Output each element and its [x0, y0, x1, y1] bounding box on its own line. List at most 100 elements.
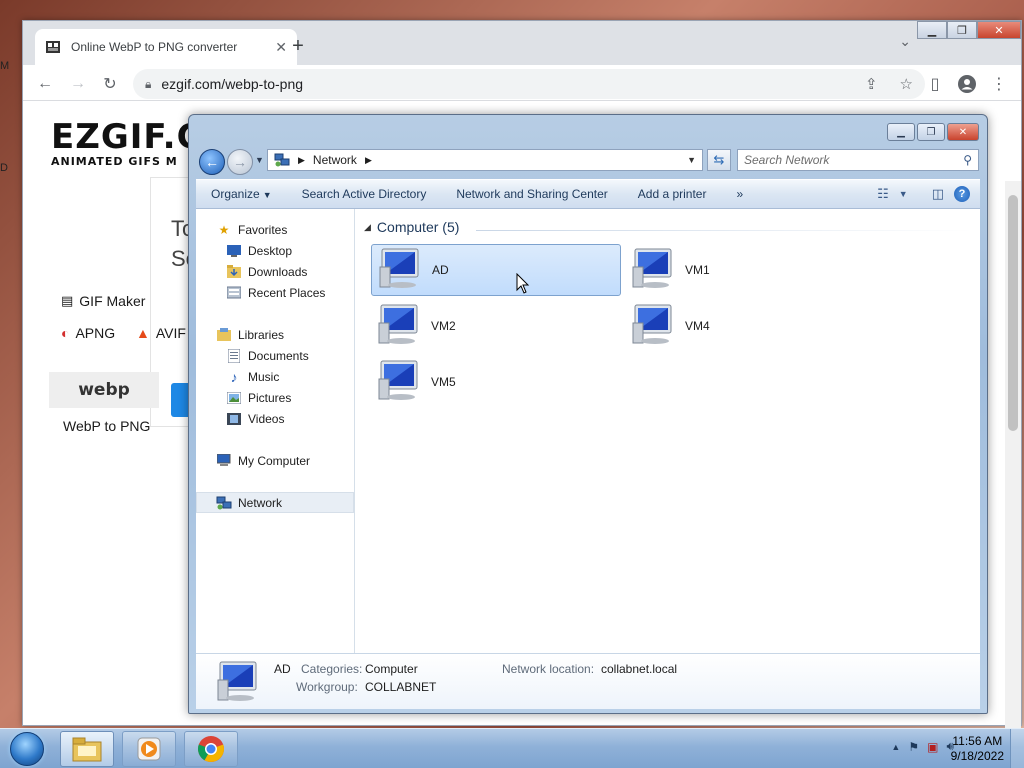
network-status-icon[interactable]: ▣	[927, 740, 938, 754]
breadcrumb-chevron-icon[interactable]: ▶	[365, 155, 372, 166]
more-commands-button[interactable]: »	[721, 187, 758, 201]
back-arrow-icon[interactable]: ←	[33, 72, 57, 96]
address-bar[interactable]: 🔒︎ ezgif.com/webp-to-png ⇪ ☆	[133, 69, 925, 99]
show-desktop-button[interactable]	[1010, 729, 1024, 768]
search-active-directory-button[interactable]: Search Active Directory	[287, 187, 442, 201]
nav-apng[interactable]: ◐ APNG	[61, 325, 115, 341]
nav-videos[interactable]: Videos	[196, 408, 354, 429]
collapse-triangle-icon[interactable]: ◢	[364, 222, 371, 233]
network-computer-icon	[375, 359, 423, 406]
details-categories-label: Categories:	[301, 662, 363, 676]
nav-avif-label: AVIF	[155, 325, 186, 341]
explorer-maximize-button[interactable]: ❐	[917, 123, 945, 141]
computer-item-vm2[interactable]: VM2	[371, 300, 621, 352]
bookmark-star-icon[interactable]: ☆	[900, 75, 913, 93]
forward-button[interactable]: →	[227, 149, 253, 175]
webp-logo[interactable]: webp	[49, 372, 159, 408]
kebab-menu-icon[interactable]: ⋮	[987, 72, 1011, 96]
network-sharing-center-button[interactable]: Network and Sharing Center	[441, 187, 622, 201]
nav-avif[interactable]: ▲ AVIF	[136, 325, 186, 341]
side-panel-icon[interactable]: ▯	[923, 72, 947, 96]
taskbar-clock[interactable]: 11:56 AM 9/18/2022	[951, 734, 1004, 764]
computer-label-vm5: VM5	[431, 375, 456, 389]
recent-pages-dropdown-icon[interactable]: ▼	[255, 155, 264, 165]
group-header-computer[interactable]: ◢ Computer (5)	[364, 219, 459, 235]
address-bar[interactable]: ▶ Network ▶ ▼	[267, 149, 703, 171]
explorer-window-controls: ▁ ❐ ✕	[885, 123, 979, 141]
browser-tab[interactable]: Online WebP to PNG converter ✕	[35, 29, 297, 65]
folder-icon	[72, 737, 102, 762]
computer-item-vm5[interactable]: VM5	[371, 356, 621, 408]
nav-favorites-label: Favorites	[238, 222, 288, 237]
desktop-icon	[226, 243, 242, 259]
lock-icon[interactable]: 🔒︎	[145, 77, 151, 92]
nav-network[interactable]: Network	[196, 492, 354, 513]
details-location-label: Network location:	[502, 662, 595, 676]
nav-gif-maker[interactable]: ▤ GIF Maker	[61, 293, 145, 309]
computer-icon	[216, 453, 232, 469]
nav-recent-places[interactable]: Recent Places	[196, 282, 354, 303]
share-icon[interactable]: ⇪	[865, 75, 878, 93]
nav-my-computer[interactable]: My Computer	[196, 450, 354, 471]
profile-avatar-icon[interactable]	[955, 72, 979, 96]
nav-documents[interactable]: Documents	[196, 345, 354, 366]
forward-arrow-icon[interactable]: →	[66, 72, 90, 96]
close-button[interactable]: ✕	[977, 21, 1021, 39]
add-printer-button[interactable]: Add a printer	[623, 187, 722, 201]
organize-button[interactable]: Organize ▼	[196, 187, 287, 201]
tab-search-chevron-icon[interactable]: ⌄	[899, 33, 911, 50]
nav-videos-label: Videos	[248, 411, 285, 426]
nav-desktop[interactable]: Desktop	[196, 240, 354, 261]
search-input[interactable]	[744, 153, 964, 167]
computer-item-vm1[interactable]: VM1	[625, 244, 875, 296]
nav-music[interactable]: ♪ Music	[196, 366, 354, 387]
refresh-button[interactable]: ⇆	[707, 149, 731, 171]
nav-libraries[interactable]: Libraries	[196, 324, 354, 345]
ezgif-favicon-icon	[46, 41, 60, 53]
taskbar-explorer-button[interactable]	[60, 731, 114, 767]
minimize-button[interactable]: ▁	[917, 21, 947, 39]
maximize-button[interactable]: ❐	[947, 21, 977, 39]
tab-title: Online WebP to PNG converter	[71, 40, 238, 54]
change-view-icon[interactable]: ☷	[877, 186, 889, 202]
reload-icon[interactable]: ↻	[98, 72, 122, 96]
help-icon[interactable]: ?	[954, 186, 970, 202]
page-scrollbar[interactable]	[1005, 181, 1021, 768]
desktop-text-m: M	[0, 60, 10, 72]
breadcrumb-separator-icon[interactable]: ▶	[298, 155, 305, 166]
recent-places-icon	[226, 285, 242, 301]
breadcrumb-network[interactable]: Network	[313, 153, 357, 167]
action-center-flag-icon[interactable]: ⚑	[908, 740, 919, 754]
network-computer-icon	[629, 247, 677, 294]
explorer-close-button[interactable]: ✕	[947, 123, 979, 141]
clock-date: 9/18/2022	[950, 749, 1004, 763]
url-text[interactable]: ezgif.com/webp-to-png	[161, 76, 303, 92]
ezgif-logo[interactable]: EZGIF.C ANIMATED GIFS M	[51, 119, 203, 168]
taskbar-media-player-button[interactable]	[122, 731, 176, 767]
webp-to-png-label[interactable]: WebP to PNG	[63, 418, 150, 434]
apng-icon: ◐	[61, 325, 70, 341]
view-dropdown-icon[interactable]: ▼	[899, 189, 908, 199]
new-tab-button[interactable]: +	[285, 33, 311, 59]
show-hidden-icons-icon[interactable]: ▲	[891, 742, 900, 752]
chrome-icon	[198, 736, 224, 762]
scrollbar-thumb[interactable]	[1008, 195, 1018, 431]
explorer-body: ★ Favorites Desktop Downloads Recent Pla…	[196, 209, 980, 653]
nav-pictures[interactable]: Pictures	[196, 387, 354, 408]
explorer-minimize-button[interactable]: ▁	[887, 123, 915, 141]
taskbar-chrome-button[interactable]	[184, 731, 238, 767]
nav-downloads[interactable]: Downloads	[196, 261, 354, 282]
details-pane: AD Categories: Computer Workgroup: COLLA…	[196, 653, 980, 709]
nav-gif-maker-label: GIF Maker	[79, 293, 146, 309]
preview-pane-icon[interactable]: ◫	[932, 186, 944, 202]
start-button[interactable]	[4, 730, 50, 768]
nav-favorites[interactable]: ★ Favorites	[196, 219, 354, 240]
navigation-pane: ★ Favorites Desktop Downloads Recent Pla…	[196, 209, 355, 653]
computer-item-vm4[interactable]: VM4	[625, 300, 875, 352]
address-history-dropdown-icon[interactable]: ▼	[687, 155, 696, 165]
search-icon[interactable]: ⚲	[963, 153, 972, 167]
details-categories-value: Computer	[365, 662, 418, 676]
search-box[interactable]: ⚲	[737, 149, 979, 171]
computer-item-ad[interactable]: AD	[371, 244, 621, 296]
back-button[interactable]: ←	[199, 149, 225, 175]
